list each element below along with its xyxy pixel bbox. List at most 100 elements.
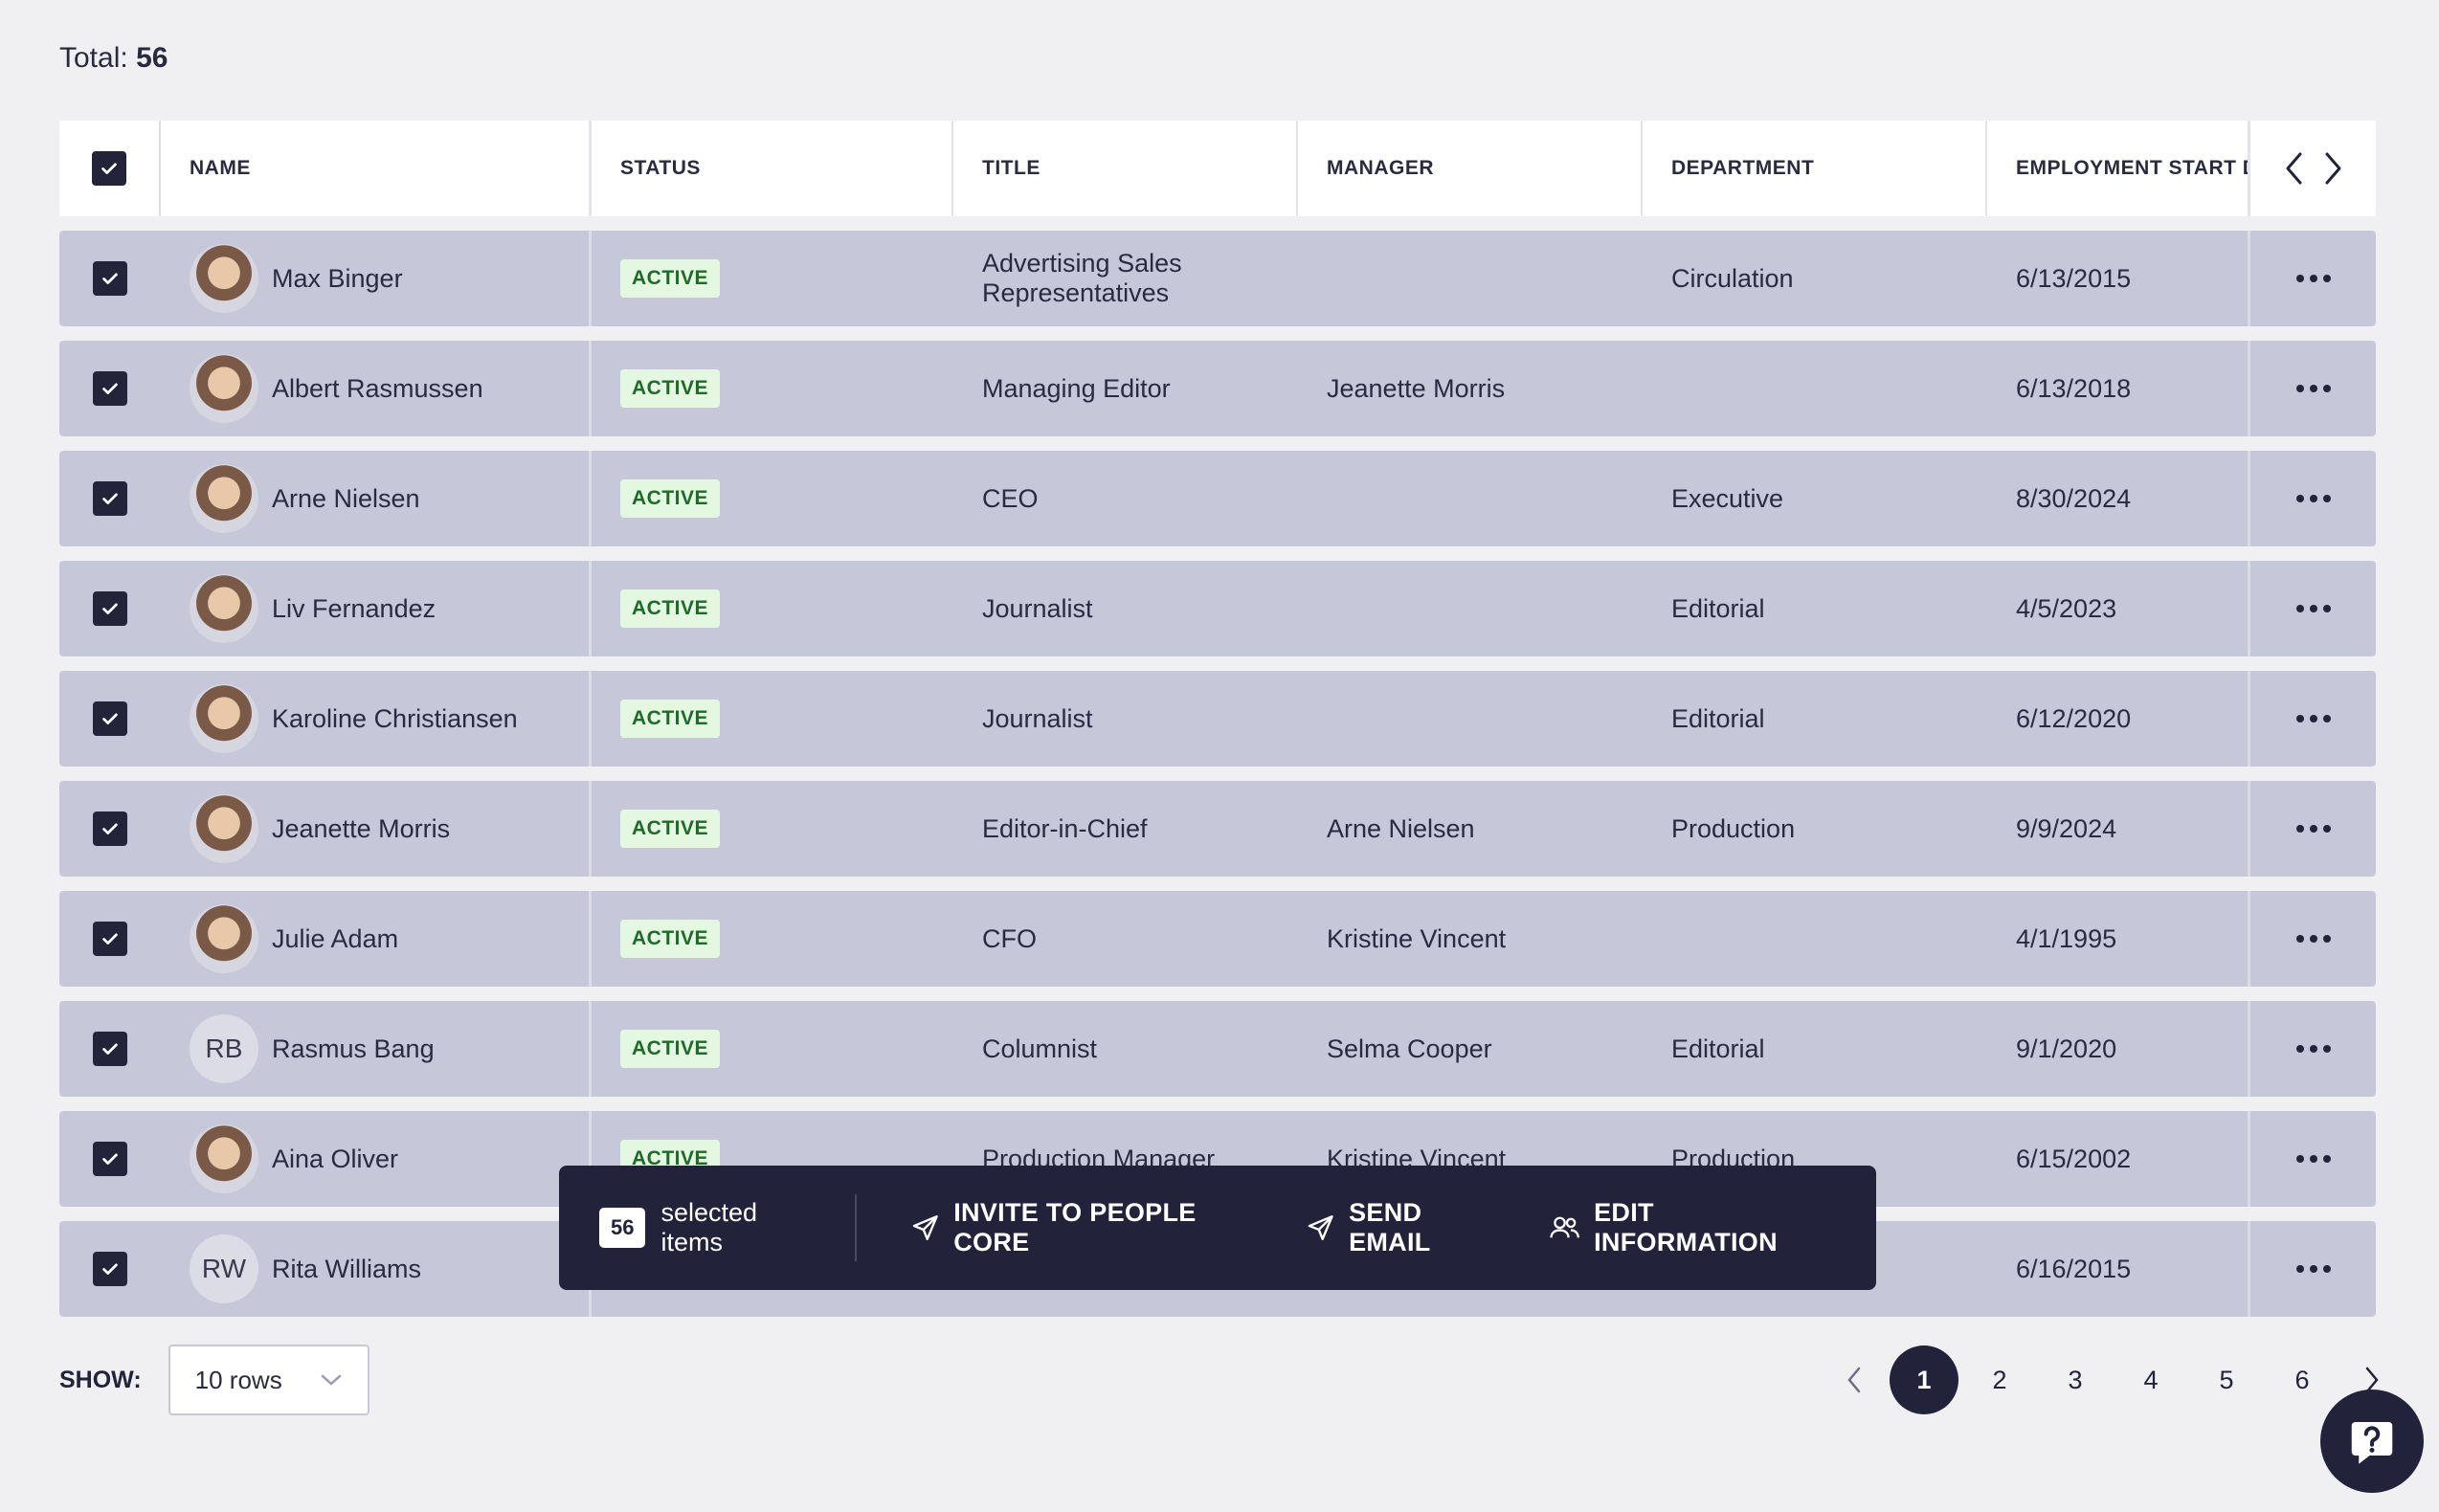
manager-name: Selma Cooper: [1327, 1034, 1492, 1063]
send-email-button[interactable]: SEND EMAIL: [1306, 1198, 1499, 1257]
table-row[interactable]: Liv Fernandez ACTIVE Journalist Editorial 4/…: [59, 561, 2376, 656]
header-name[interactable]: NAME: [161, 121, 592, 216]
header-manager[interactable]: MANAGER: [1298, 121, 1643, 216]
page-button-6[interactable]: 6: [2268, 1345, 2337, 1414]
person-name: Rasmus Bang: [272, 1034, 435, 1063]
page-button-2[interactable]: 2: [1965, 1345, 2034, 1414]
row-checkbox[interactable]: [93, 591, 127, 626]
more-horizontal-icon[interactable]: [2295, 385, 2331, 392]
person-name: Liv Fernandez: [272, 593, 436, 623]
edit-information-button[interactable]: EDIT INFORMATION: [1549, 1198, 1826, 1257]
invite-to-people-core-button[interactable]: INVITE TO PEOPLE CORE: [910, 1198, 1256, 1257]
table-row[interactable]: Jeanette Morris ACTIVE Editor-in-Chief Arne…: [59, 781, 2376, 877]
department-name: Production: [1671, 813, 1796, 843]
row-checkbox[interactable]: [93, 371, 127, 406]
person-name: Aina Oliver: [272, 1144, 399, 1173]
page-button-3[interactable]: 3: [2041, 1345, 2110, 1414]
job-title: Editor-in-Chief: [982, 813, 1148, 843]
row-select-cell: [59, 1111, 161, 1207]
page-button-5[interactable]: 5: [2192, 1345, 2261, 1414]
chevron-down-icon: [321, 1374, 341, 1386]
page-button-1[interactable]: 1: [1890, 1345, 1958, 1414]
more-horizontal-icon[interactable]: [2295, 605, 2331, 612]
avatar: [190, 794, 258, 863]
start-date-cell: 9/1/2020: [1987, 1001, 2248, 1097]
status-cell: ACTIVE: [592, 891, 953, 987]
more-horizontal-icon[interactable]: [2295, 935, 2331, 943]
row-checkbox[interactable]: [93, 922, 127, 956]
header-department[interactable]: DEPARTMENT: [1643, 121, 1987, 216]
check-icon: [102, 1043, 118, 1055]
select-all-checkbox[interactable]: [92, 151, 126, 186]
rows-per-page-select[interactable]: 10 rows: [168, 1345, 369, 1415]
table-row[interactable]: Karoline Christiansen ACTIVE Journalist Edi…: [59, 671, 2376, 767]
header-title[interactable]: TITLE: [953, 121, 1298, 216]
name-cell[interactable]: Arne Nielsen: [161, 451, 592, 546]
table-row[interactable]: Albert Rasmussen ACTIVE Managing Editor Jea…: [59, 341, 2376, 436]
job-title: CEO: [982, 483, 1039, 513]
manager-cell: [1298, 561, 1643, 656]
page-button-4[interactable]: 4: [2116, 1345, 2185, 1414]
name-cell[interactable]: RW Rita Williams: [161, 1221, 592, 1317]
more-horizontal-icon[interactable]: [2295, 1045, 2331, 1053]
name-cell[interactable]: Max Binger: [161, 231, 592, 326]
name-cell[interactable]: Liv Fernandez: [161, 561, 592, 656]
chevron-right-icon[interactable]: [2322, 151, 2343, 186]
row-checkbox[interactable]: [93, 481, 127, 516]
start-date: 6/13/2015: [2016, 263, 2132, 293]
row-checkbox[interactable]: [93, 1142, 127, 1176]
check-icon: [101, 163, 117, 174]
more-horizontal-icon[interactable]: [2295, 275, 2331, 282]
department-name: Editorial: [1671, 703, 1765, 733]
avatar: [190, 904, 258, 973]
name-cell[interactable]: Aina Oliver: [161, 1111, 592, 1207]
row-select-cell: [59, 1221, 161, 1317]
name-cell[interactable]: Karoline Christiansen: [161, 671, 592, 767]
send-icon: [912, 1214, 938, 1241]
more-horizontal-icon[interactable]: [2295, 1265, 2331, 1273]
more-horizontal-icon[interactable]: [2295, 715, 2331, 723]
header-status[interactable]: STATUS: [592, 121, 953, 216]
check-icon: [102, 493, 118, 504]
person-name: Max Binger: [272, 263, 403, 293]
status-badge: ACTIVE: [620, 259, 721, 298]
job-title: Managing Editor: [982, 373, 1171, 403]
bulk-action-bar: 56 selected items INVITE TO PEOPLE CORE …: [559, 1166, 1876, 1290]
department-cell: Circulation: [1643, 231, 1987, 326]
total-count: Total: 56: [59, 42, 168, 75]
row-checkbox[interactable]: [93, 1252, 127, 1286]
start-date: 9/1/2020: [2016, 1034, 2117, 1063]
row-checkbox[interactable]: [93, 812, 127, 846]
row-actions-cell: [2248, 1001, 2376, 1097]
row-checkbox[interactable]: [93, 701, 127, 736]
status-badge: ACTIVE: [620, 589, 721, 628]
title-cell: CEO: [953, 451, 1298, 546]
table-row[interactable]: Julie Adam ACTIVE CFO Kristine Vincent 4/1/1…: [59, 891, 2376, 987]
name-cell[interactable]: RB Rasmus Bang: [161, 1001, 592, 1097]
avatar: [190, 574, 258, 643]
status-cell: ACTIVE: [592, 451, 953, 546]
table-row[interactable]: RB Rasmus Bang ACTIVE Columnist Selma Cooper…: [59, 1001, 2376, 1097]
start-date: 8/30/2024: [2016, 483, 2132, 513]
row-checkbox[interactable]: [93, 261, 127, 296]
table-row[interactable]: Max Binger ACTIVE Advertising Sales Repres…: [59, 231, 2376, 326]
name-cell[interactable]: Albert Rasmussen: [161, 341, 592, 436]
table-row[interactable]: Arne Nielsen ACTIVE CEO Executive 8/30/2024: [59, 451, 2376, 546]
start-date-cell: 4/5/2023: [1987, 561, 2248, 656]
more-horizontal-icon[interactable]: [2295, 825, 2331, 833]
job-title: Journalist: [982, 703, 1093, 733]
more-horizontal-icon[interactable]: [2295, 1155, 2331, 1163]
help-chat-button[interactable]: [2320, 1390, 2424, 1493]
name-cell[interactable]: Julie Adam: [161, 891, 592, 987]
job-title: CFO: [982, 923, 1037, 953]
department-cell: Editorial: [1643, 671, 1987, 767]
name-cell[interactable]: Jeanette Morris: [161, 781, 592, 877]
header-start-date[interactable]: EMPLOYMENT START D: [1987, 121, 2248, 216]
row-checkbox[interactable]: [93, 1032, 127, 1066]
more-horizontal-icon[interactable]: [2295, 495, 2331, 502]
users-icon: [1550, 1216, 1579, 1238]
chevron-left-icon[interactable]: [2284, 151, 2305, 186]
prev-page-button[interactable]: [1825, 1345, 1883, 1414]
status-cell: ACTIVE: [592, 231, 953, 326]
chevron-left-icon: [1847, 1367, 1861, 1393]
